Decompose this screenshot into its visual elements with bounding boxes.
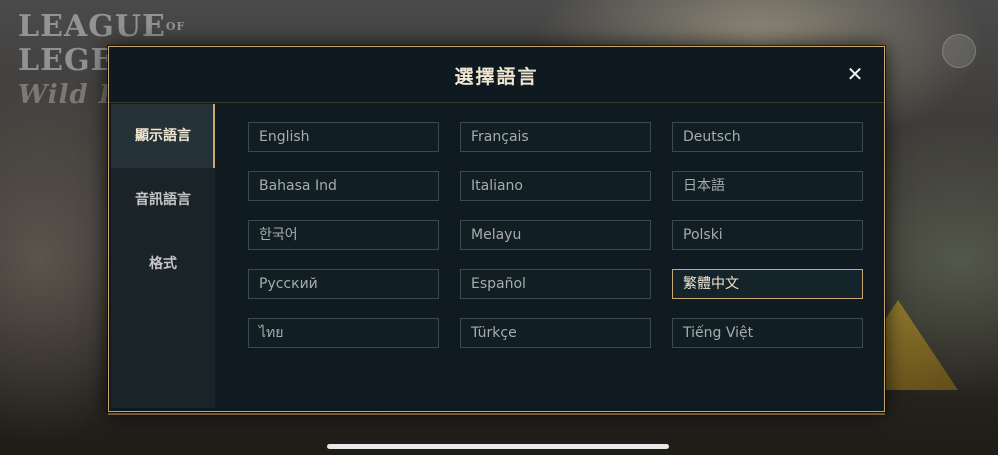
sidebar-item-label: 顯示語言 xyxy=(135,128,191,144)
language-option-vietnamese[interactable]: Tiếng Việt xyxy=(672,318,863,348)
settings-sidebar: 顯示語言 音訊語言 格式 xyxy=(111,104,215,408)
language-option-turkish[interactable]: Türkçe xyxy=(460,318,651,348)
language-option-italian[interactable]: Italiano xyxy=(460,171,651,201)
language-list-panel: English Français Deutsch Bahasa Ind Ital… xyxy=(215,104,884,408)
language-option-german[interactable]: Deutsch xyxy=(672,122,863,152)
close-icon[interactable]: ✕ xyxy=(844,63,866,85)
sidebar-item-label: 格式 xyxy=(149,256,177,272)
home-indicator[interactable] xyxy=(327,444,669,449)
sidebar-item-format[interactable]: 格式 xyxy=(111,232,215,296)
language-option-malay[interactable]: Melayu xyxy=(460,220,651,250)
language-option-french[interactable]: Français xyxy=(460,122,651,152)
sidebar-item-display-language[interactable]: 顯示語言 xyxy=(111,104,215,168)
language-option-english[interactable]: English xyxy=(248,122,439,152)
sidebar-item-label: 音訊語言 xyxy=(135,192,191,208)
language-dialog: 選擇語言 ✕ 顯示語言 音訊語言 格式 English Français Deu… xyxy=(108,46,885,415)
language-option-korean[interactable]: 한국어 xyxy=(248,220,439,250)
language-option-indonesian[interactable]: Bahasa Ind xyxy=(248,171,439,201)
logo-of: OF xyxy=(165,20,186,33)
dialog-title: 選擇語言 xyxy=(454,66,539,88)
logo-line-1: LEAGUE xyxy=(18,9,166,44)
language-option-thai[interactable]: ไทย xyxy=(248,318,439,348)
menu-button[interactable] xyxy=(942,34,976,68)
language-option-japanese[interactable]: 日本語 xyxy=(672,171,863,201)
sidebar-item-audio-language[interactable]: 音訊語言 xyxy=(111,168,215,232)
dialog-header: 選擇語言 ✕ xyxy=(109,47,884,103)
language-option-traditional-chinese[interactable]: 繁體中文 xyxy=(672,269,863,299)
language-option-polish[interactable]: Polski xyxy=(672,220,863,250)
language-grid: English Français Deutsch Bahasa Ind Ital… xyxy=(248,122,863,348)
language-option-spanish[interactable]: Español xyxy=(460,269,651,299)
language-option-russian[interactable]: Русский xyxy=(248,269,439,299)
